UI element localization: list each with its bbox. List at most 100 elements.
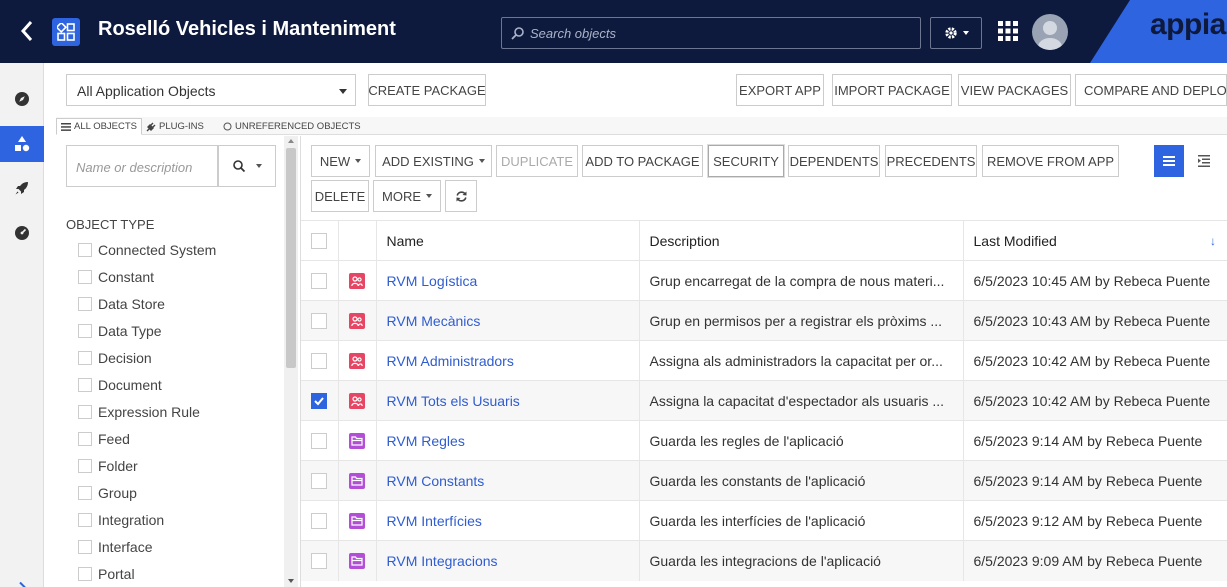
select-all-cell[interactable] — [301, 220, 339, 261]
tab-plugins[interactable]: PLUG-INS — [146, 118, 204, 135]
rail-item-monitor[interactable] — [0, 215, 44, 251]
dependents-button[interactable]: DEPENDENTS — [788, 145, 880, 177]
object-name-link[interactable]: RVM Interfícies — [376, 500, 640, 541]
add-existing-button[interactable]: ADD EXISTING — [375, 145, 492, 177]
object-name-link[interactable]: RVM Logística — [376, 260, 640, 301]
row-checkbox[interactable] — [311, 513, 328, 530]
object-type-filter-option[interactable]: Document — [78, 375, 162, 395]
object-type-filter-option[interactable]: Interface — [78, 537, 152, 557]
compare-and-deploy-button[interactable]: COMPARE AND DEPLOY — [1075, 74, 1227, 106]
object-type-filter-option[interactable]: Data Store — [78, 294, 165, 314]
user-avatar[interactable] — [1032, 14, 1068, 50]
object-filter-select[interactable]: All Application Objects — [66, 74, 356, 106]
new-button[interactable]: NEW — [311, 145, 370, 177]
create-package-button[interactable]: CREATE PACKAGE — [368, 74, 486, 106]
rail-item-objects[interactable] — [0, 126, 44, 162]
row-checkbox[interactable] — [311, 393, 328, 410]
object-type-filter-option[interactable]: Data Type — [78, 321, 162, 341]
filter-search-button[interactable] — [218, 145, 276, 187]
object-type-filter-option[interactable]: Connected System — [78, 240, 216, 260]
table-row[interactable]: RVM Regles Guarda les regles de l'aplicac… — [301, 420, 1227, 461]
object-type-checkbox[interactable] — [78, 351, 92, 365]
object-type-label: Folder — [98, 458, 138, 474]
row-select-cell[interactable] — [301, 300, 339, 341]
name-description-search-input[interactable]: Name or description — [66, 145, 218, 187]
remove-from-app-button[interactable]: REMOVE FROM APP — [982, 145, 1119, 177]
row-select-cell[interactable] — [301, 460, 339, 501]
table-row[interactable]: RVM Integracions Guarda les integracions … — [301, 540, 1227, 581]
security-button[interactable]: SECURITY — [708, 145, 784, 177]
object-type-checkbox[interactable] — [78, 324, 92, 338]
row-select-cell[interactable] — [301, 540, 339, 581]
app-launcher-button[interactable] — [997, 20, 1019, 45]
object-name-link[interactable]: RVM Integracions — [376, 540, 640, 581]
row-select-cell[interactable] — [301, 420, 339, 461]
list-view-button[interactable] — [1154, 145, 1184, 177]
table-row[interactable]: RVM Interfícies Guarda les interfícies de… — [301, 500, 1227, 541]
row-select-cell[interactable] — [301, 380, 339, 421]
import-package-button[interactable]: IMPORT PACKAGE — [832, 74, 952, 106]
object-name-link[interactable]: RVM Constants — [376, 460, 640, 501]
object-type-filter-option[interactable]: Decision — [78, 348, 152, 368]
duplicate-button[interactable]: DUPLICATE — [496, 145, 578, 177]
table-row[interactable]: RVM Administradors Assigna als administra… — [301, 340, 1227, 381]
description-column-header[interactable]: Description — [639, 220, 964, 261]
object-type-filter-option[interactable]: Group — [78, 483, 137, 503]
row-checkbox[interactable] — [311, 273, 328, 290]
table-row[interactable]: RVM Logística Grup encarregat de la compr… — [301, 260, 1227, 301]
object-type-checkbox[interactable] — [78, 378, 92, 392]
refresh-button[interactable] — [445, 180, 477, 212]
row-checkbox[interactable] — [311, 553, 328, 570]
tab-all-objects[interactable]: ALL OBJECTS — [56, 118, 143, 135]
object-type-checkbox[interactable] — [78, 405, 92, 419]
object-type-checkbox[interactable] — [78, 513, 92, 527]
object-type-filter-option[interactable]: Feed — [78, 429, 130, 449]
last-modified-column-header[interactable]: Last Modified ↓ — [963, 220, 1227, 261]
object-type-checkbox[interactable] — [78, 540, 92, 554]
object-type-checkbox[interactable] — [78, 486, 92, 500]
row-checkbox[interactable] — [311, 473, 328, 490]
object-type-checkbox[interactable] — [78, 432, 92, 446]
object-name-link[interactable]: RVM Administradors — [376, 340, 640, 381]
more-button[interactable]: MORE — [373, 180, 441, 212]
object-type-filter-option[interactable]: Integration — [78, 510, 164, 530]
object-type-checkbox[interactable] — [78, 567, 92, 581]
filter-scrollbar[interactable] — [284, 136, 298, 587]
detail-view-button[interactable] — [1189, 145, 1219, 177]
name-column-header[interactable]: Name — [376, 220, 640, 261]
object-type-filter-option[interactable]: Portal — [78, 564, 135, 584]
precedents-button[interactable]: PRECEDENTS — [885, 145, 977, 177]
object-type-checkbox[interactable] — [78, 297, 92, 311]
rail-expand-button[interactable] — [0, 569, 44, 587]
select-all-checkbox[interactable] — [311, 233, 328, 250]
object-type-checkbox[interactable] — [78, 459, 92, 473]
object-name-link[interactable]: RVM Tots els Usuaris — [376, 380, 640, 421]
add-to-package-button[interactable]: ADD TO PACKAGE — [582, 145, 703, 177]
row-select-cell[interactable] — [301, 500, 339, 541]
settings-menu-button[interactable] — [930, 17, 982, 49]
back-button[interactable] — [14, 18, 40, 44]
object-name-link[interactable]: RVM Mecànics — [376, 300, 640, 341]
row-select-cell[interactable] — [301, 260, 339, 301]
view-packages-button[interactable]: VIEW PACKAGES — [958, 74, 1071, 106]
delete-button[interactable]: DELETE — [311, 180, 369, 212]
object-type-filter-option[interactable]: Folder — [78, 456, 138, 476]
row-select-cell[interactable] — [301, 340, 339, 381]
export-app-button[interactable]: EXPORT APP — [736, 74, 824, 106]
row-checkbox[interactable] — [311, 353, 328, 370]
tab-unreferenced-objects[interactable]: UNREFERENCED OBJECTS — [223, 118, 361, 135]
row-checkbox[interactable] — [311, 433, 328, 450]
row-checkbox[interactable] — [311, 313, 328, 330]
object-type-filter-option[interactable]: Constant — [78, 267, 154, 287]
rail-item-explore[interactable] — [0, 81, 44, 117]
table-row[interactable]: RVM Constants Guarda les constants de l'a… — [301, 460, 1227, 501]
rail-item-deploy[interactable] — [0, 170, 44, 206]
search-objects-input[interactable]: Search objects — [501, 17, 921, 49]
object-name-link[interactable]: RVM Regles — [376, 420, 640, 461]
table-row[interactable]: RVM Mecànics Grup en permisos per a regis… — [301, 300, 1227, 341]
object-type-checkbox[interactable] — [78, 243, 92, 257]
object-type-filter-option[interactable]: Expression Rule — [78, 402, 200, 422]
table-row[interactable]: RVM Tots els Usuaris Assigna la capacitat… — [301, 380, 1227, 421]
scrollbar-thumb[interactable] — [286, 148, 296, 368]
object-type-checkbox[interactable] — [78, 270, 92, 284]
